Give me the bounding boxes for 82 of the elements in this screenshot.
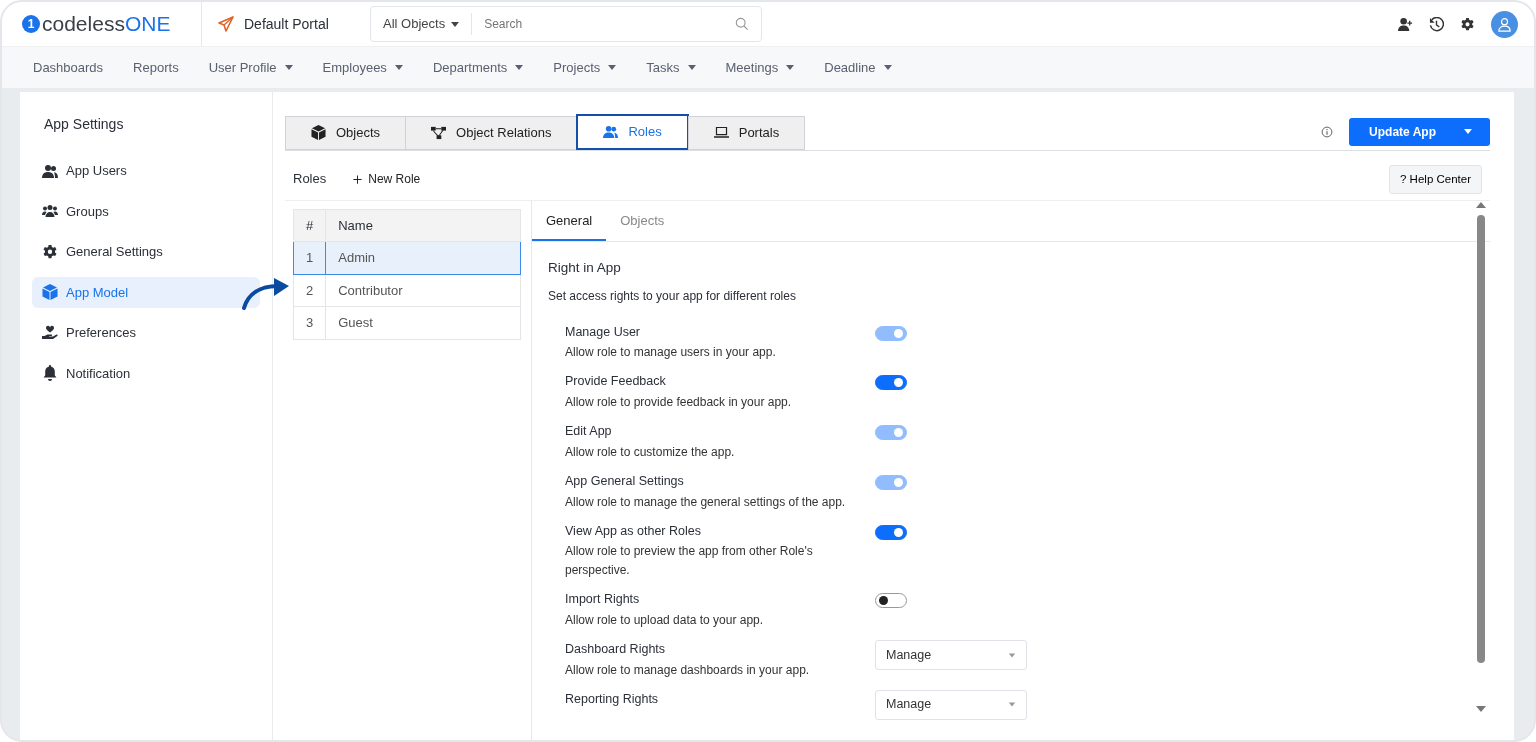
laptop-icon (713, 125, 729, 141)
setting-description: Allow role to manage dashboards in your app. (565, 661, 811, 679)
nav-menu-item[interactable]: Departments (417, 57, 539, 78)
users-icon (42, 162, 58, 179)
section-label: Roles (293, 170, 327, 189)
column-header: # (293, 209, 326, 242)
setting-title: Dashboard Rights (565, 641, 667, 658)
plus-icon (352, 173, 364, 185)
table-row[interactable]: 3 Guest (293, 306, 521, 340)
section-subtitle: Set access rights to your app for different roles (548, 287, 797, 305)
setting-title: Manage User (565, 323, 642, 341)
add-user-icon[interactable] (1398, 16, 1413, 32)
setting-title: Reporting Rights (565, 690, 660, 708)
tab[interactable]: Objects (285, 116, 407, 150)
paper-plane-icon (218, 16, 234, 32)
logo-mark: 1 (22, 15, 40, 33)
toggle-switch[interactable] (875, 375, 907, 391)
portal-name: Default Portal (244, 14, 329, 34)
sidebar-item[interactable]: General Settings (32, 236, 260, 268)
sidebar-item[interactable]: App Users (32, 155, 260, 187)
setting-title: View App as other Roles (565, 522, 702, 540)
user-silhouette-icon (1497, 16, 1512, 32)
nav-menu-item[interactable]: Reports (118, 57, 194, 78)
table-cell: Contributor (325, 274, 521, 307)
settings-icon (42, 243, 58, 260)
permission-dropdown[interactable]: Manage (875, 689, 1027, 720)
column-header: Name (325, 209, 521, 242)
help-center-button[interactable]: ? Help Center (1389, 164, 1482, 194)
nav-menu-item[interactable]: Deadline (809, 57, 907, 78)
setting-description: Allow role to customize the app. (565, 443, 736, 461)
info-icon (1321, 125, 1334, 138)
table-row[interactable]: 1 Admin (293, 241, 521, 275)
nav-menu-item[interactable]: Employees (307, 57, 418, 78)
nav-menu-item[interactable]: Meetings (710, 57, 810, 78)
setting-title: Edit App (565, 423, 613, 440)
table-row[interactable]: 2 Contributor (293, 274, 521, 307)
setting-description: Allow role to preview the app from other Role's perspective. (565, 543, 814, 580)
tab[interactable]: Objects (606, 204, 679, 242)
nav-menu-item[interactable]: Projects (538, 57, 632, 78)
sidebar-item[interactable]: Groups (32, 195, 260, 227)
search-bar: All Objects Search (370, 6, 762, 42)
sidebar-title: App Settings (43, 115, 125, 134)
users-icon (603, 124, 619, 140)
toggle-switch[interactable] (875, 524, 907, 540)
setting-title: App General Settings (565, 472, 685, 490)
setting-description: Allow role to manage the general settings of the app. (565, 493, 847, 511)
bell-icon (42, 365, 58, 382)
nav-menu-item[interactable]: Dashboards (18, 57, 119, 78)
table-cell: 2 (293, 274, 326, 307)
avatar[interactable] (1491, 10, 1518, 38)
table-cell: Guest (325, 306, 521, 340)
nav-menu-item[interactable]: Tasks (631, 57, 711, 78)
new-role-button[interactable]: New Role (346, 169, 427, 190)
setting-description: Allow role to provide feedback in your app. (565, 394, 793, 411)
table-cell: Admin (325, 241, 521, 275)
hand-heart-icon (42, 324, 58, 341)
tab[interactable]: Portals (687, 116, 806, 150)
sidebar-item[interactable]: App Model (32, 276, 260, 308)
settings-icon[interactable] (1460, 16, 1475, 32)
cube-icon (311, 125, 326, 141)
sidebar-item[interactable]: Notification (32, 357, 260, 389)
tab[interactable]: General (532, 204, 607, 242)
search-icon (735, 17, 749, 31)
section-title: Right in App (548, 259, 622, 278)
update-app-button[interactable]: Update App (1349, 117, 1490, 146)
sidebar-item[interactable]: Preferences (32, 317, 260, 349)
table-cell: 3 (293, 306, 326, 340)
cube-icon (42, 284, 58, 301)
history-icon[interactable] (1429, 16, 1444, 32)
relations-icon (431, 125, 447, 141)
setting-description: Allow role to manage users in your app. (565, 344, 777, 362)
setting-title: Import Rights (565, 591, 641, 609)
setting-title: Provide Feedback (565, 373, 667, 391)
tab[interactable]: Roles (576, 114, 689, 150)
tab[interactable]: Object Relations (405, 116, 578, 150)
nav-menu-item[interactable]: User Profile (193, 57, 308, 78)
group-icon (42, 203, 58, 220)
toggle-switch[interactable] (875, 593, 907, 609)
brand-name: codelessONE (42, 11, 171, 38)
permission-dropdown[interactable]: Manage (875, 640, 1027, 670)
setting-description: Allow role to upload data to your app. (565, 612, 765, 629)
table-cell: 1 (293, 241, 326, 275)
